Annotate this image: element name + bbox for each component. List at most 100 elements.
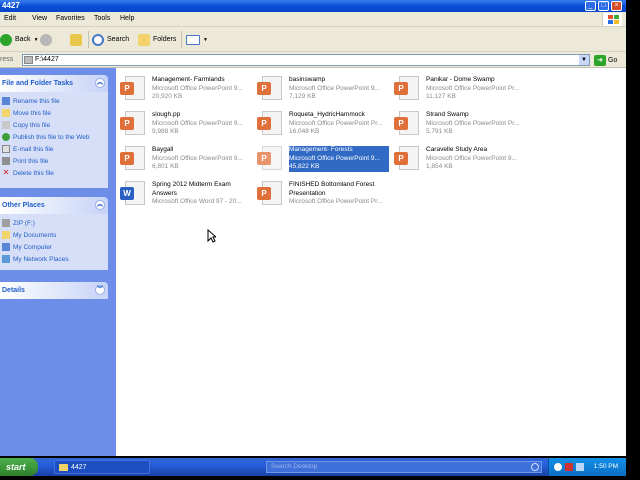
- forward-button[interactable]: [40, 32, 52, 47]
- file-size: 20,920 KB: [152, 93, 183, 100]
- documents-folder-icon: [2, 231, 10, 239]
- address-input[interactable]: F:\4427: [22, 54, 590, 66]
- search-desktop-input[interactable]: Search Desktop: [266, 461, 542, 473]
- file-label: Management- Farmlands Microsoft Office Po…: [152, 76, 252, 102]
- file-size: 7,129 KB: [289, 93, 316, 100]
- start-button[interactable]: start: [0, 458, 38, 476]
- powerpoint-icon: P: [120, 74, 148, 102]
- file-item[interactable]: Pslough.pp Microsoft Office PowerPoint 9.…: [118, 107, 252, 139]
- delete-x-icon: ✕: [2, 168, 10, 177]
- expand-icon[interactable]: ︾: [95, 285, 105, 295]
- printer-icon: [2, 157, 10, 165]
- menu-help[interactable]: Help: [120, 15, 134, 22]
- close-button[interactable]: ×: [611, 1, 622, 11]
- file-item[interactable]: P FINISHED Bottomland Forest Presentation…: [255, 177, 389, 209]
- menu-edit[interactable]: Edit: [4, 15, 16, 22]
- up-folder-button[interactable]: [70, 32, 82, 47]
- details-header[interactable]: Details ︾: [0, 282, 108, 299]
- file-name: Panikar - Dome Swamp: [426, 76, 495, 83]
- file-folder-tasks-panel: Rename this file Move this file Copy thi…: [0, 92, 108, 188]
- file-name: Spring 2012 Midterm Exam Answers: [152, 181, 231, 197]
- task-print[interactable]: Print this file: [2, 157, 48, 165]
- menu-bar: Edit View Favorites Tools Help: [0, 12, 626, 27]
- powerpoint-icon: P: [394, 74, 422, 102]
- powerpoint-icon: P: [394, 144, 422, 172]
- folders-button[interactable]: Folders: [138, 32, 176, 47]
- place-zip-drive[interactable]: ZIP (F:): [2, 219, 35, 227]
- maximize-button[interactable]: □: [598, 1, 609, 11]
- views-button[interactable]: ▼: [186, 32, 208, 47]
- search-button[interactable]: Search: [92, 32, 129, 47]
- file-name: basinswamp: [289, 76, 326, 83]
- go-button[interactable]: ➜ Go: [594, 54, 617, 66]
- file-label: slough.pp Microsoft Office PowerPoint 9..…: [152, 111, 252, 137]
- task-rename[interactable]: Rename this file: [2, 97, 60, 105]
- other-places-header[interactable]: Other Places ︽: [0, 197, 108, 214]
- file-item[interactable]: W Spring 2012 Midterm Exam Answers Microso…: [118, 177, 252, 209]
- file-item[interactable]: P Roqueta_HydricHammock Microsoft Office P…: [255, 107, 389, 139]
- toolbar: Back ▼ Search Folders ▼: [0, 27, 626, 52]
- task-delete[interactable]: ✕ Delete this file: [2, 169, 54, 177]
- back-arrow-icon: [0, 33, 12, 46]
- file-type: Microsoft Office PowerPoint 9...: [289, 84, 380, 92]
- file-name: Caravelle Study Area: [426, 146, 488, 153]
- place-my-documents[interactable]: My Documents: [2, 231, 56, 239]
- file-item[interactable]: P Management- Farmlands Microsoft Office P…: [118, 72, 252, 104]
- task-move[interactable]: Move this file: [2, 109, 51, 117]
- file-type: Microsoft Office PowerPoint 9...: [152, 84, 243, 92]
- file-item[interactable]: P Strand Swamp Microsoft Office PowerPoint…: [392, 107, 526, 139]
- place-my-network-places[interactable]: My Network Places: [2, 255, 69, 263]
- file-size: 11,127 KB: [426, 93, 456, 100]
- file-label: Management- Forests Microsoft Office Powe…: [289, 146, 389, 172]
- back-button[interactable]: Back ▼: [0, 32, 39, 47]
- task-publish[interactable]: Publish this file to the Web: [2, 133, 89, 141]
- file-list: P Management- Farmlands Microsoft Office P…: [116, 68, 626, 456]
- powerpoint-icon: P: [257, 74, 285, 102]
- file-name: Roqueta_HydricHammock: [289, 111, 365, 118]
- powerpoint-icon: P: [257, 179, 285, 207]
- powerpoint-icon: P: [120, 144, 148, 172]
- menu-tools[interactable]: Tools: [94, 15, 110, 22]
- search-icon[interactable]: [531, 463, 539, 471]
- file-label: Strand Swamp Microsoft Office PowerPoint …: [426, 111, 526, 137]
- file-item[interactable]: Pbasinswamp Microsoft Office PowerPoint 9…: [255, 72, 389, 104]
- file-item[interactable]: P Panikar - Dome Swamp Microsoft Office Po…: [392, 72, 526, 104]
- place-my-computer[interactable]: My Computer: [2, 243, 52, 251]
- file-size: 6,801 KB: [152, 163, 179, 170]
- file-type: Microsoft Office PowerPoint Pr...: [289, 119, 383, 127]
- file-name: Management- Farmlands: [152, 76, 225, 83]
- file-item[interactable]: P Baygall Microsoft Office PowerPoint 9...…: [118, 142, 252, 174]
- minimize-button[interactable]: _: [585, 1, 596, 11]
- file-type: Microsoft Office PowerPoint Pr...: [426, 119, 520, 127]
- title-bar: 4427 _ □ ×: [0, 0, 626, 12]
- move-icon: [2, 109, 10, 117]
- file-label: Spring 2012 Midterm Exam Answers Microsof…: [152, 181, 252, 207]
- system-tray: 1:50 PM: [548, 458, 626, 476]
- file-item[interactable]: P Management- Forests Microsoft Office Pow…: [255, 142, 389, 174]
- menu-view[interactable]: View: [32, 15, 47, 22]
- drive-icon: [24, 56, 33, 64]
- tray-arrow-icon[interactable]: [554, 463, 562, 471]
- network-tray-icon[interactable]: [576, 463, 584, 471]
- menu-favorites[interactable]: Favorites: [56, 15, 85, 22]
- file-type: Microsoft Office PowerPoint Pr...: [289, 198, 383, 205]
- collapse-icon[interactable]: ︽: [95, 78, 105, 88]
- file-size: 16,048 KB: [289, 128, 320, 135]
- file-type: Microsoft Office PowerPoint 9...: [426, 154, 517, 162]
- taskbar-window-button[interactable]: 4427: [54, 460, 150, 474]
- task-email[interactable]: E-mail this file: [2, 145, 53, 153]
- windows-logo-icon: [602, 13, 622, 26]
- file-item[interactable]: P Caravelle Study Area Microsoft Office Po…: [392, 142, 526, 174]
- file-name: Strand Swamp: [426, 111, 469, 118]
- address-dropdown-button[interactable]: ▼: [579, 55, 589, 65]
- file-type: Microsoft Office PowerPoint Pr...: [426, 84, 520, 92]
- chevron-down-icon[interactable]: ▼: [34, 37, 39, 43]
- address-bar: ress F:\4427 ▼ ➜ Go: [0, 52, 626, 68]
- ati-icon[interactable]: [565, 463, 573, 471]
- search-icon: [92, 33, 104, 46]
- collapse-icon[interactable]: ︽: [95, 200, 105, 210]
- word-icon: W: [120, 179, 148, 207]
- powerpoint-icon: P: [394, 109, 422, 137]
- file-folder-tasks-header[interactable]: File and Folder Tasks ︽: [0, 75, 108, 92]
- task-copy[interactable]: Copy this file: [2, 121, 50, 129]
